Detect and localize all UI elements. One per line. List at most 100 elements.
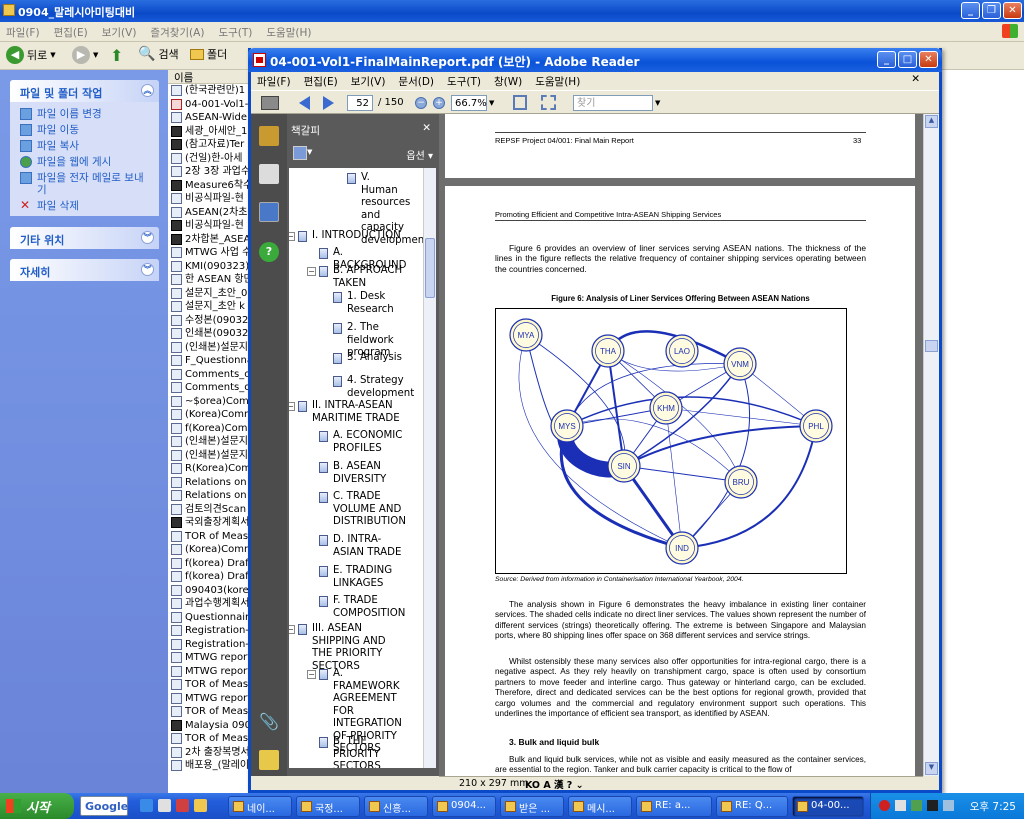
lock-icon[interactable] — [259, 126, 279, 146]
task-move[interactable]: 파일 이동 — [10, 122, 159, 138]
bookmark-item[interactable]: F. TRADE COMPOSITION — [319, 595, 405, 620]
file-row[interactable]: (인쇄본)설문지 — [168, 435, 250, 449]
file-row[interactable]: 090403(korea) — [168, 584, 250, 598]
file-row[interactable]: 설문지_초안_0 — [168, 287, 250, 301]
file-row[interactable]: 국외출장계획서 — [168, 516, 250, 530]
zoom-dropdown-icon[interactable]: ▼ — [489, 99, 494, 107]
file-row[interactable]: TOR of Measu — [168, 678, 250, 692]
print-button[interactable] — [261, 94, 279, 111]
menu-edit[interactable]: 편집(E) — [54, 27, 88, 39]
bookmark-scrollbar[interactable] — [423, 168, 436, 768]
file-row[interactable]: Questionnaire — [168, 611, 250, 625]
bookmark-item[interactable]: A. ECONOMIC PROFILES — [319, 430, 405, 455]
collapse-node-icon[interactable]: − — [307, 670, 316, 679]
file-row[interactable]: Relations on N — [168, 476, 250, 490]
ime-indicator[interactable]: KO A 漢 ? ⌄ — [525, 777, 584, 791]
minimize-button[interactable]: _ — [961, 2, 980, 19]
reader-maximize-button[interactable]: □ — [898, 51, 917, 68]
rmenu-window[interactable]: 창(W) — [494, 76, 522, 88]
file-row[interactable]: 2차합본_ASEA — [168, 233, 250, 247]
outlook-icon[interactable] — [194, 799, 207, 812]
file-row[interactable]: 2차 출장복명서 — [168, 746, 250, 760]
bookmark-item[interactable]: E. TRADING LINKAGES — [319, 565, 405, 590]
collapse-node-icon[interactable]: − — [289, 232, 295, 241]
task-delete[interactable]: ✕ 파일 삭제 — [10, 198, 159, 214]
rmenu-tools[interactable]: 도구(T) — [447, 76, 481, 88]
scroll-down-icon[interactable]: ▼ — [925, 762, 938, 775]
back-button[interactable]: ◀ 뒤로 ▼ — [6, 46, 56, 64]
collapse-node-icon[interactable]: − — [307, 267, 316, 276]
comments-icon[interactable] — [259, 750, 279, 770]
media-icon[interactable] — [176, 799, 189, 812]
scroll-thumb[interactable] — [925, 340, 938, 352]
expand-icon[interactable]: ︾ — [141, 263, 154, 276]
file-row[interactable]: Relations on N — [168, 489, 250, 503]
file-row[interactable]: Registration-K — [168, 638, 250, 652]
attachment-icon[interactable]: 📎 — [259, 712, 279, 732]
taskbar-button[interactable]: 네이... — [228, 796, 292, 817]
document-scrollbar[interactable]: ▲ ▼ — [923, 114, 939, 776]
collapse-icon[interactable]: ︽ — [141, 84, 154, 97]
reader-close-button[interactable]: ✕ — [919, 51, 938, 68]
rmenu-edit[interactable]: 편집(E) — [304, 76, 338, 88]
up-folder-button[interactable]: ⬆ — [110, 46, 123, 65]
zoom-out-button[interactable]: − — [415, 94, 427, 111]
file-row[interactable]: 비공식파일-현 — [168, 192, 250, 206]
fit-page-button[interactable] — [513, 94, 527, 111]
ie-icon[interactable] — [140, 799, 153, 812]
file-row[interactable]: MTWG 사업 수 — [168, 246, 250, 260]
file-row[interactable]: MTWG report_ — [168, 692, 250, 706]
zoom-level-input[interactable]: 66.7% — [451, 94, 487, 111]
column-header-name[interactable]: 이름 — [168, 70, 250, 84]
file-row[interactable]: MTWG report_ — [168, 651, 250, 665]
file-row[interactable]: (Korea)Comm — [168, 408, 250, 422]
bookmark-item[interactable]: 3. Analysis — [333, 352, 405, 365]
search-button[interactable]: 🔍 검색 — [138, 46, 179, 62]
reader-minimize-button[interactable]: _ — [877, 51, 896, 68]
help-icon[interactable]: ? — [259, 242, 279, 262]
collapse-node-icon[interactable]: − — [289, 402, 295, 411]
bookmark-item[interactable]: C. TRADE VOLUME AND DISTRIBUTION — [319, 491, 406, 529]
file-row[interactable]: (인쇄본)설문지 — [168, 341, 250, 355]
file-row[interactable]: ~$orea)Comm — [168, 395, 250, 409]
file-row[interactable]: 설문지_초안 k — [168, 300, 250, 314]
menu-view[interactable]: 보기(V) — [102, 27, 137, 39]
folders-button[interactable]: 폴더 — [190, 46, 227, 62]
taskbar-button[interactable]: 04-00... — [792, 796, 864, 817]
file-row[interactable]: 세광_아세안_1 — [168, 125, 250, 139]
security-icon[interactable] — [879, 800, 890, 811]
pages-icon[interactable] — [259, 164, 279, 184]
bookmarks-icon[interactable] — [259, 202, 279, 222]
file-row[interactable]: R(Korea)Com — [168, 462, 250, 476]
file-row[interactable]: TOR of Measu — [168, 732, 250, 746]
rmenu-file[interactable]: 파일(F) — [257, 76, 291, 88]
bookmark-item[interactable]: − I. INTRODUCTION — [289, 230, 405, 243]
reader-title-bar[interactable]: 04-001-Vol1-FinalMainReport.pdf (보안) - A… — [248, 48, 942, 72]
file-row[interactable]: f(korea) Draft — [168, 570, 250, 584]
start-button[interactable]: 시작 — [0, 793, 74, 819]
task-publish-web[interactable]: 파일을 웹에 게시 — [10, 154, 159, 170]
menu-file[interactable]: 파일(F) — [6, 27, 40, 39]
other-places-panel[interactable]: 기타 위치 ︾ — [10, 227, 159, 249]
file-row[interactable]: Measure6착수 — [168, 179, 250, 193]
page-number-input[interactable]: 52 — [347, 94, 373, 111]
google-toolbar[interactable]: Google — [80, 796, 128, 816]
bookmark-item[interactable]: − II. INTRA-ASEAN MARITIME TRADE — [289, 400, 405, 425]
rmenu-view[interactable]: 보기(V) — [351, 76, 386, 88]
close-document-icon[interactable]: ✕ — [911, 73, 920, 85]
file-row[interactable]: 04-001-Vol1-F — [168, 98, 250, 112]
next-page-button[interactable] — [323, 94, 334, 111]
file-row[interactable]: 한 ASEAN 항만 — [168, 273, 250, 287]
volume-icon[interactable] — [943, 800, 954, 811]
file-row[interactable]: (참고자료)Ter — [168, 138, 250, 152]
file-tasks-header[interactable]: 파일 및 폴더 작업 ︽ — [10, 80, 159, 102]
file-row[interactable]: F_Questionna — [168, 354, 250, 368]
rmenu-help[interactable]: 도움말(H) — [535, 76, 580, 88]
file-row[interactable]: (건일)한-아세 — [168, 152, 250, 166]
bookmark-item[interactable]: B. THE PRIORITY SECTORS AND — [319, 736, 405, 768]
scroll-up-icon[interactable]: ▲ — [925, 115, 938, 128]
desktop-icon[interactable] — [158, 799, 171, 812]
collapse-node-icon[interactable]: − — [289, 625, 295, 634]
file-row[interactable]: 검토의견Scan — [168, 503, 250, 517]
document-area[interactable]: REPSF Project 04/001: Final Main Report … — [439, 114, 923, 776]
